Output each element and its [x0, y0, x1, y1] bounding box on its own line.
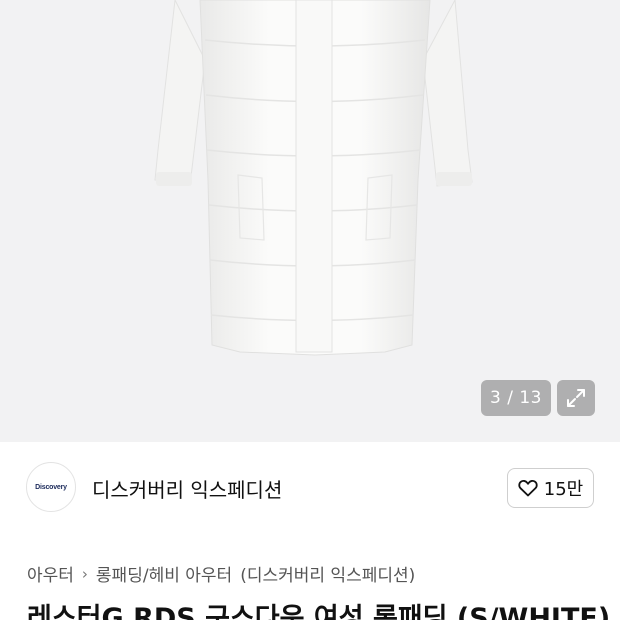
heart-outline-icon: [518, 479, 538, 497]
breadcrumb-item-outer[interactable]: 아우터: [27, 561, 74, 586]
image-counter-text: 3 / 13: [490, 388, 542, 408]
product-image: [154, 0, 473, 356]
expand-image-button[interactable]: [557, 380, 595, 416]
product-title: 레스터G RDS 구스다운 여성 롱패딩 (S/WHITE): [27, 603, 611, 620]
image-counter: 3 / 13: [481, 380, 551, 416]
breadcrumb-item-brand[interactable]: (디스커버리 익스페디션): [240, 561, 415, 586]
brand-logo-text: Discovery: [35, 483, 67, 491]
brand-logo[interactable]: Discovery: [26, 462, 76, 512]
breadcrumb: 아우터 › 롱패딩/헤비 아우터 (디스커버리 익스페디션): [27, 561, 415, 587]
expand-arrows-icon: [567, 389, 585, 407]
like-count: 15만: [543, 479, 584, 500]
brand-row: Discovery 디스커버리 익스페디션 15만: [0, 442, 620, 534]
product-image-gallery[interactable]: 3 / 13: [0, 0, 620, 442]
like-button[interactable]: 15만: [507, 468, 594, 508]
brand-name[interactable]: 디스커버리 익스페디션: [92, 474, 282, 503]
chevron-right-icon: ›: [81, 564, 88, 583]
breadcrumb-item-long-padding[interactable]: 롱패딩/헤비 아우터: [96, 561, 232, 586]
